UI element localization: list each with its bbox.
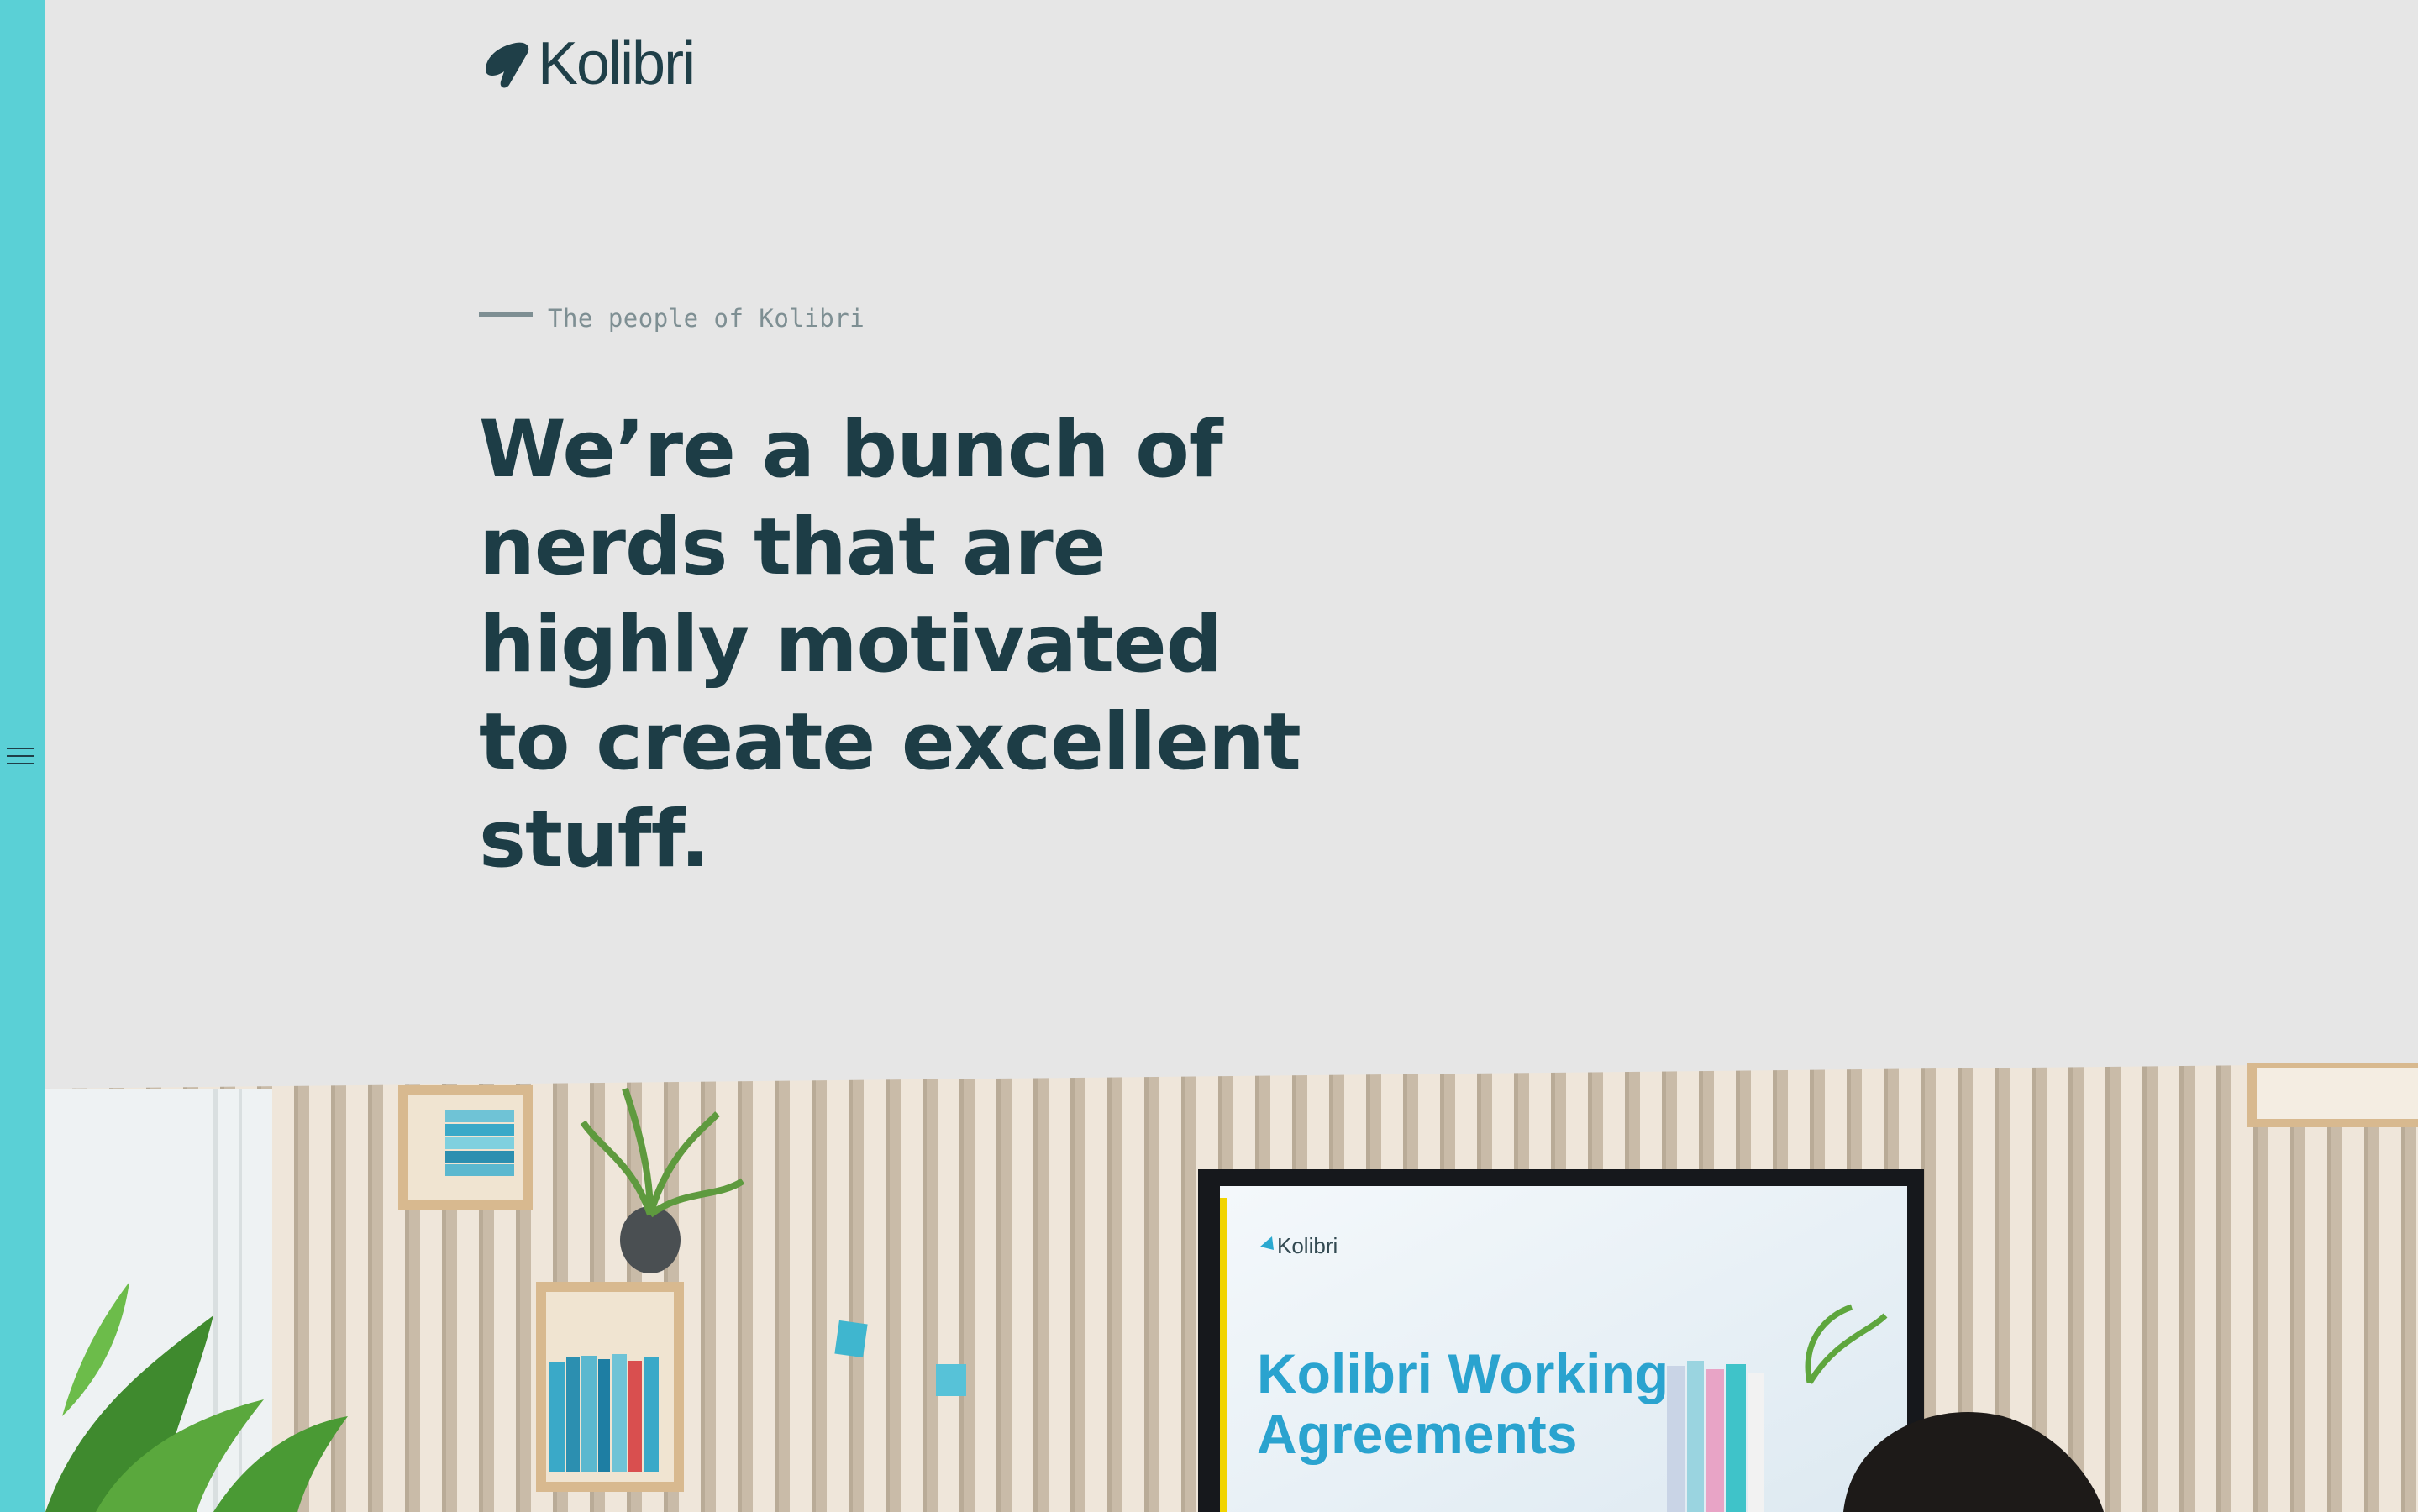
- eyebrow-dash: [479, 312, 533, 317]
- logo-wordmark: Kolibri: [538, 30, 696, 97]
- office-scene-image: Kolibri Kolibri Working Agreements: [45, 1063, 2418, 1512]
- hero-office-photo: Kolibri Kolibri Working Agreements: [45, 1063, 2418, 1512]
- kolibri-logo-icon: [486, 42, 529, 88]
- page-headline: We’re a bunch of nerds that are highly m…: [479, 404, 1301, 885]
- page: Kolibri The people of Kolibri We’re a bu…: [0, 0, 2418, 1512]
- kolibri-logo-link[interactable]: Kolibri: [479, 30, 696, 97]
- menu-bar: [7, 763, 34, 764]
- menu-bar: [7, 755, 34, 757]
- hamburger-menu-icon[interactable]: [0, 739, 40, 773]
- section-eyebrow: The people of Kolibri: [479, 304, 865, 333]
- eyebrow-text: The people of Kolibri: [548, 304, 865, 333]
- screen-logo-text: Kolibri: [1277, 1233, 1338, 1258]
- screen-title-line1: Kolibri Working: [1257, 1342, 1669, 1404]
- screen-title-line2: Agreements: [1257, 1403, 1577, 1465]
- menu-bar: [7, 748, 34, 749]
- side-rail: [0, 0, 45, 1512]
